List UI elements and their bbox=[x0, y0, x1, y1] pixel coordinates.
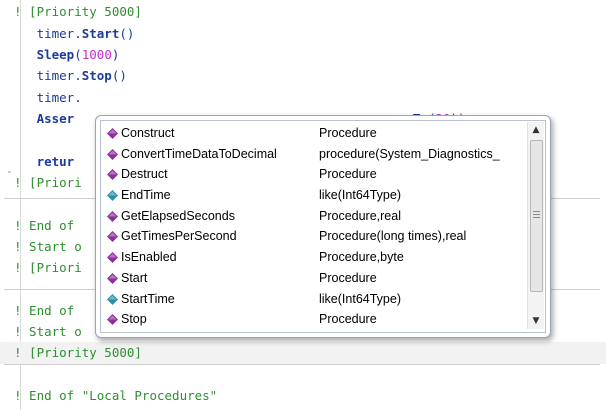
code-line[interactable]: timer.Stop() bbox=[0, 65, 606, 87]
item-name: Construct bbox=[121, 126, 175, 140]
code-token: Asser bbox=[14, 111, 75, 126]
method-icon bbox=[107, 128, 118, 139]
code-token: ) bbox=[111, 47, 120, 62]
item-type: like(Int64Type) bbox=[319, 291, 401, 306]
code-token: retur bbox=[14, 154, 75, 169]
item-name: StartTime bbox=[121, 291, 175, 306]
code-token: ! End of bbox=[14, 218, 75, 233]
property-icon bbox=[107, 293, 118, 305]
item-name: Stop bbox=[121, 312, 147, 327]
method-icon bbox=[107, 252, 118, 264]
autocomplete-item[interactable]: EndTime like(Int64Type) bbox=[103, 185, 527, 206]
item-type: Procedure,byte bbox=[319, 250, 404, 265]
item-type: Procedure,real bbox=[319, 208, 401, 223]
item-type: Procedure bbox=[319, 167, 377, 182]
code-token: Stop bbox=[81, 68, 112, 83]
method-icon bbox=[107, 314, 118, 326]
item-type: like(Int64Type) bbox=[319, 188, 401, 203]
item-type: Procedure bbox=[319, 126, 377, 140]
code-line[interactable]: ! [Priority 5000] bbox=[0, 342, 606, 364]
autocomplete-list[interactable]: Construct Procedure ConvertTimeDataToDecim… bbox=[103, 123, 527, 331]
autocomplete-list-frame: Construct Procedure ConvertTimeDataToDecim… bbox=[100, 120, 546, 333]
code-token: ! End of "Local Procedures" bbox=[14, 388, 218, 403]
code-token: ! [Priori bbox=[14, 175, 82, 190]
grip-icon bbox=[533, 211, 540, 220]
item-name: Destruct bbox=[121, 167, 168, 182]
code-line[interactable]: ! [Priority 5000] bbox=[0, 1, 606, 23]
code-token: ! Start o bbox=[14, 324, 82, 339]
code-line[interactable]: ! End of "Local Procedures" bbox=[0, 385, 606, 407]
method-icon bbox=[107, 210, 118, 222]
code-line[interactable]: timer. bbox=[0, 87, 606, 109]
code-token: 1000 bbox=[81, 47, 112, 62]
code-token: ( bbox=[74, 47, 82, 62]
code-line[interactable]: Sleep(1000) bbox=[0, 44, 606, 66]
code-line[interactable] bbox=[0, 363, 606, 385]
item-name: GetTimesPerSecond bbox=[121, 229, 237, 244]
code-token: timer. bbox=[14, 68, 82, 83]
procedure-separator bbox=[4, 364, 600, 365]
code-token: timer. bbox=[14, 90, 82, 105]
method-icon bbox=[107, 231, 118, 243]
item-name: IsEnabled bbox=[121, 250, 177, 265]
item-type: Procedure bbox=[319, 312, 377, 327]
autocomplete-item[interactable]: Stop Procedure bbox=[103, 309, 527, 330]
autocomplete-item[interactable]: ConvertTimeDataToDecimal procedure(System… bbox=[103, 144, 527, 165]
code-token: () bbox=[111, 68, 127, 83]
autocomplete-item[interactable]: Destruct Procedure bbox=[103, 164, 527, 185]
item-type: Procedure(long times),real bbox=[319, 229, 467, 244]
method-icon bbox=[107, 169, 118, 181]
item-name: Start bbox=[121, 270, 148, 285]
code-token: Sleep bbox=[14, 47, 75, 62]
code-token: () bbox=[119, 26, 135, 41]
autocomplete-item[interactable]: IsEnabled Procedure,byte bbox=[103, 247, 527, 268]
code-token: timer. bbox=[14, 26, 82, 41]
code-token: ! [Priority 5000] bbox=[14, 4, 142, 19]
autocomplete-scrollbar[interactable]: ▲ ▼ bbox=[527, 122, 544, 329]
code-token: ! [Priority 5000] bbox=[14, 345, 142, 360]
item-type: procedure(System_Diagnostics_ bbox=[319, 146, 500, 161]
autocomplete-popup[interactable]: Construct Procedure ConvertTimeDataToDecim… bbox=[95, 115, 551, 338]
item-name: EndTime bbox=[121, 188, 171, 203]
code-token: ! [Priori bbox=[14, 260, 82, 275]
scroll-down-icon[interactable]: ▼ bbox=[531, 316, 541, 326]
autocomplete-item[interactable]: Start Procedure bbox=[103, 268, 527, 289]
method-icon bbox=[107, 272, 118, 284]
autocomplete-item[interactable]: GetTimesPerSecond Procedure(long times),r… bbox=[103, 226, 527, 247]
item-type: Procedure bbox=[319, 270, 377, 285]
autocomplete-item[interactable]: GetElapsedSeconds Procedure,real bbox=[103, 206, 527, 227]
code-token: ! Start o bbox=[14, 239, 82, 254]
code-token: Start bbox=[81, 26, 120, 41]
item-name: ConvertTimeDataToDecimal bbox=[121, 146, 277, 161]
scroll-thumb[interactable] bbox=[530, 140, 543, 292]
item-name: GetElapsedSeconds bbox=[121, 208, 235, 223]
code-token: ! End of bbox=[14, 303, 75, 318]
property-icon bbox=[107, 190, 118, 202]
method-icon bbox=[107, 148, 118, 160]
autocomplete-item[interactable]: Construct Procedure bbox=[103, 123, 527, 144]
code-line[interactable]: timer.Start() bbox=[0, 23, 606, 45]
autocomplete-item[interactable]: StartTime like(Int64Type) bbox=[103, 289, 527, 310]
scroll-up-icon[interactable]: ▲ bbox=[531, 125, 541, 135]
